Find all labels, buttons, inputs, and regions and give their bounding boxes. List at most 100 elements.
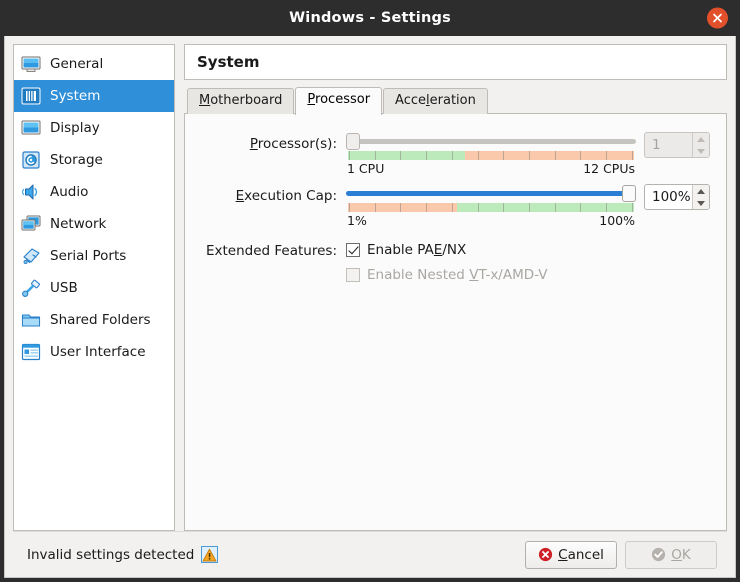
execution-cap-bar-ticks	[348, 203, 634, 212]
processors-max-label: 12 CPUs	[583, 161, 635, 176]
status-area: Invalid settings detected	[27, 546, 219, 563]
sidebar-item-system[interactable]: System	[14, 80, 174, 112]
tab-processor[interactable]: Processor	[295, 87, 383, 115]
execution-cap-range-labels: 1% 100%	[346, 213, 636, 228]
sidebar-item-display[interactable]: Display	[14, 112, 174, 144]
sidebar-item-user-interface[interactable]: User Interface	[14, 336, 174, 368]
chevron-up-icon	[697, 188, 705, 194]
cancel-button-label: Cancel	[558, 546, 604, 563]
execution-cap-label: Execution Cap:	[235, 188, 337, 204]
enable-pae-nx-label: Enable PAE/NX	[367, 242, 467, 258]
window-title: Windows - Settings	[289, 10, 451, 26]
settings-category-list[interactable]: General System Display Storage Audio Net…	[13, 44, 175, 531]
enable-nested-vtx-checkbox	[346, 268, 360, 282]
enable-nested-vtx-row: Enable Nested VT-x/AMD-V	[346, 267, 710, 283]
processors-range-labels: 1 CPU 12 CPUs	[346, 161, 636, 176]
processors-color-bar	[348, 151, 634, 160]
ok-check-icon	[652, 547, 666, 562]
usb-plug-icon	[22, 279, 40, 297]
page-title: System	[184, 44, 727, 80]
sidebar-item-label: Audio	[50, 184, 89, 200]
serial-port-icon	[23, 248, 40, 265]
dialog-footer: Invalid settings detected Cancel OK	[13, 531, 727, 577]
execution-cap-spinbox[interactable]: 100%	[644, 184, 710, 210]
sidebar-item-label: USB	[50, 280, 78, 296]
execution-cap-color-bar	[348, 203, 634, 212]
speaker-icon	[22, 184, 38, 200]
dialog-body: General System Display Storage Audio Net…	[4, 36, 736, 578]
sidebar-item-label: Display	[50, 120, 100, 136]
chevron-down-icon	[697, 200, 705, 206]
monitor-icon	[21, 56, 41, 72]
execution-cap-max-label: 100%	[599, 213, 635, 228]
sidebar-item-label: User Interface	[50, 344, 146, 360]
sidebar-item-serial-ports[interactable]: Serial Ports	[14, 240, 174, 272]
enable-pae-nx-checkbox[interactable]	[346, 243, 360, 257]
status-text: Invalid settings detected	[27, 546, 195, 563]
execution-cap-slider-fill	[346, 191, 629, 196]
folder-icon	[21, 314, 41, 327]
sidebar-item-storage[interactable]: Storage	[14, 144, 174, 176]
execution-cap-value: 100%	[652, 189, 691, 205]
sidebar-item-label: Serial Ports	[50, 248, 127, 264]
execution-cap-slider[interactable]	[346, 184, 636, 202]
chevron-up-icon	[697, 136, 705, 142]
network-cards-icon	[21, 215, 41, 231]
settings-detail-pane: System Motherboard Processor Acceleratio…	[184, 44, 727, 531]
execution-cap-min-label: 1%	[347, 213, 367, 228]
sidebar-item-label: Shared Folders	[50, 312, 151, 328]
ok-button-label: OK	[671, 546, 691, 563]
display-icon	[21, 120, 41, 135]
processors-spin-up[interactable]	[693, 133, 709, 145]
window-layout-icon	[21, 343, 41, 361]
processors-slider[interactable]	[346, 132, 636, 150]
settings-window: Windows - Settings General System Displa…	[0, 0, 740, 582]
cpu-chip-icon	[21, 87, 41, 105]
processors-min-label: 1 CPU	[347, 161, 385, 176]
processors-value: 1	[652, 137, 661, 153]
sidebar-item-general[interactable]: General	[14, 48, 174, 80]
processors-slider-groove	[346, 139, 636, 144]
close-x-glyph	[713, 13, 722, 23]
close-icon[interactable]	[707, 7, 728, 29]
ok-button: OK	[625, 540, 717, 569]
enable-pae-nx-row[interactable]: Enable PAE/NX	[346, 242, 710, 258]
processors-slider-wrap: 1 CPU 12 CPUs	[346, 132, 636, 176]
tab-acceleration[interactable]: Acceleration	[383, 88, 488, 114]
enable-nested-vtx-label: Enable Nested VT-x/AMD-V	[367, 267, 548, 283]
execution-cap-spin-down[interactable]	[693, 197, 709, 209]
execution-cap-spin-arrows[interactable]	[692, 185, 709, 209]
sidebar-item-shared-folders[interactable]: Shared Folders	[14, 304, 174, 336]
processors-spin-arrows[interactable]	[692, 133, 709, 157]
execution-cap-slider-wrap: 1% 100%	[346, 184, 636, 228]
sidebar-item-audio[interactable]: Audio	[14, 176, 174, 208]
sidebar-item-label: System	[50, 88, 101, 104]
sidebar-item-label: General	[50, 56, 104, 72]
extended-features-row: Extended Features: Enable PAE/NX Enable …	[201, 242, 710, 286]
extended-features-label: Extended Features:	[205, 243, 337, 259]
processors-row: Processor(s): 1 CPU 12 CPUs 1	[201, 132, 710, 176]
processors-bar-ticks	[348, 151, 634, 160]
execution-cap-row: Execution Cap: 1% 100% 100%	[201, 184, 710, 228]
content-row: General System Display Storage Audio Net…	[13, 44, 727, 531]
cancel-x-icon	[539, 547, 553, 562]
processors-slider-handle[interactable]	[346, 133, 360, 150]
processors-spinbox[interactable]: 1	[644, 132, 710, 158]
cancel-button[interactable]: Cancel	[525, 540, 617, 569]
sidebar-item-usb[interactable]: USB	[14, 272, 174, 304]
execution-cap-spin-up[interactable]	[693, 185, 709, 197]
warning-triangle-icon[interactable]	[201, 546, 219, 563]
sidebar-item-label: Storage	[50, 152, 103, 168]
extended-features-options: Enable PAE/NX Enable Nested VT-x/AMD-V	[346, 242, 710, 286]
tab-bar[interactable]: Motherboard Processor Acceleration	[184, 87, 727, 115]
processors-spin-down[interactable]	[693, 145, 709, 157]
execution-cap-slider-handle[interactable]	[622, 185, 636, 202]
processor-tab-panel: Processor(s): 1 CPU 12 CPUs 1 Execution …	[184, 113, 727, 531]
hard-disk-icon	[22, 151, 40, 169]
title-bar: Windows - Settings	[0, 0, 740, 36]
chevron-down-icon	[697, 148, 705, 154]
tab-motherboard[interactable]: Motherboard	[187, 88, 295, 114]
sidebar-item-network[interactable]: Network	[14, 208, 174, 240]
sidebar-item-label: Network	[50, 216, 107, 232]
processors-label: Processor(s):	[249, 136, 337, 152]
